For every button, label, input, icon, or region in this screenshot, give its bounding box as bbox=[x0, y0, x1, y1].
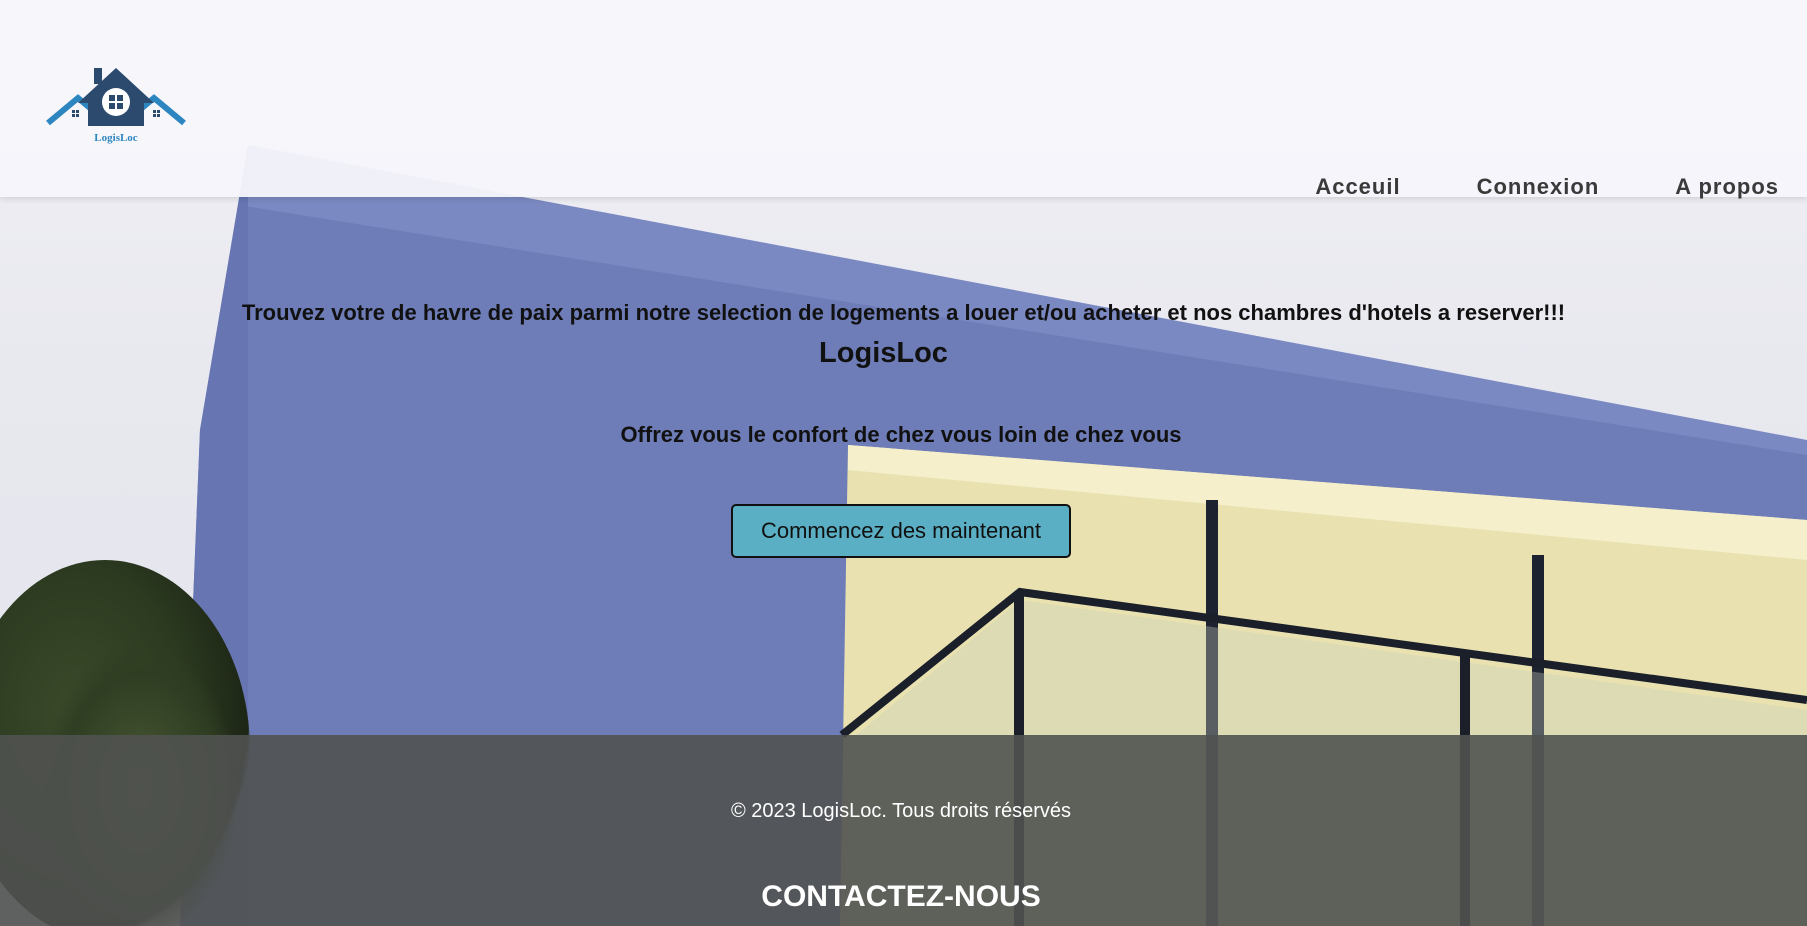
get-started-button[interactable]: Commencez des maintenant bbox=[731, 504, 1071, 558]
hero-title: LogisLoc bbox=[819, 337, 948, 369]
hero-tagline: Trouvez votre de havre de paix parmi not… bbox=[241, 300, 1566, 325]
hero-section: Trouvez votre de havre de paix parmi not… bbox=[0, 197, 1807, 735]
logo-text: LogisLoc bbox=[94, 132, 138, 144]
page: LogisLoc Acceuil Connexion A propos Trou… bbox=[0, 0, 1807, 926]
site-footer: © 2023 LogisLoc. Tous droits réservés CO… bbox=[0, 735, 1807, 926]
nav-link-a-propos[interactable]: A propos bbox=[1675, 174, 1779, 200]
nav-link-acceuil[interactable]: Acceuil bbox=[1315, 174, 1400, 200]
site-header: LogisLoc Acceuil Connexion A propos bbox=[0, 0, 1807, 200]
house-roof-icon bbox=[46, 68, 186, 126]
main-nav: Acceuil Connexion A propos bbox=[1315, 174, 1779, 200]
nav-link-connexion[interactable]: Connexion bbox=[1477, 174, 1600, 200]
contact-heading: CONTACTEZ-NOUS bbox=[761, 880, 1041, 913]
copyright-text: © 2023 LogisLoc. Tous droits réservés bbox=[730, 800, 1072, 822]
hero-subtitle: Offrez vous le confort de chez vous loin… bbox=[620, 422, 1182, 447]
logo[interactable]: LogisLoc bbox=[36, 38, 196, 158]
